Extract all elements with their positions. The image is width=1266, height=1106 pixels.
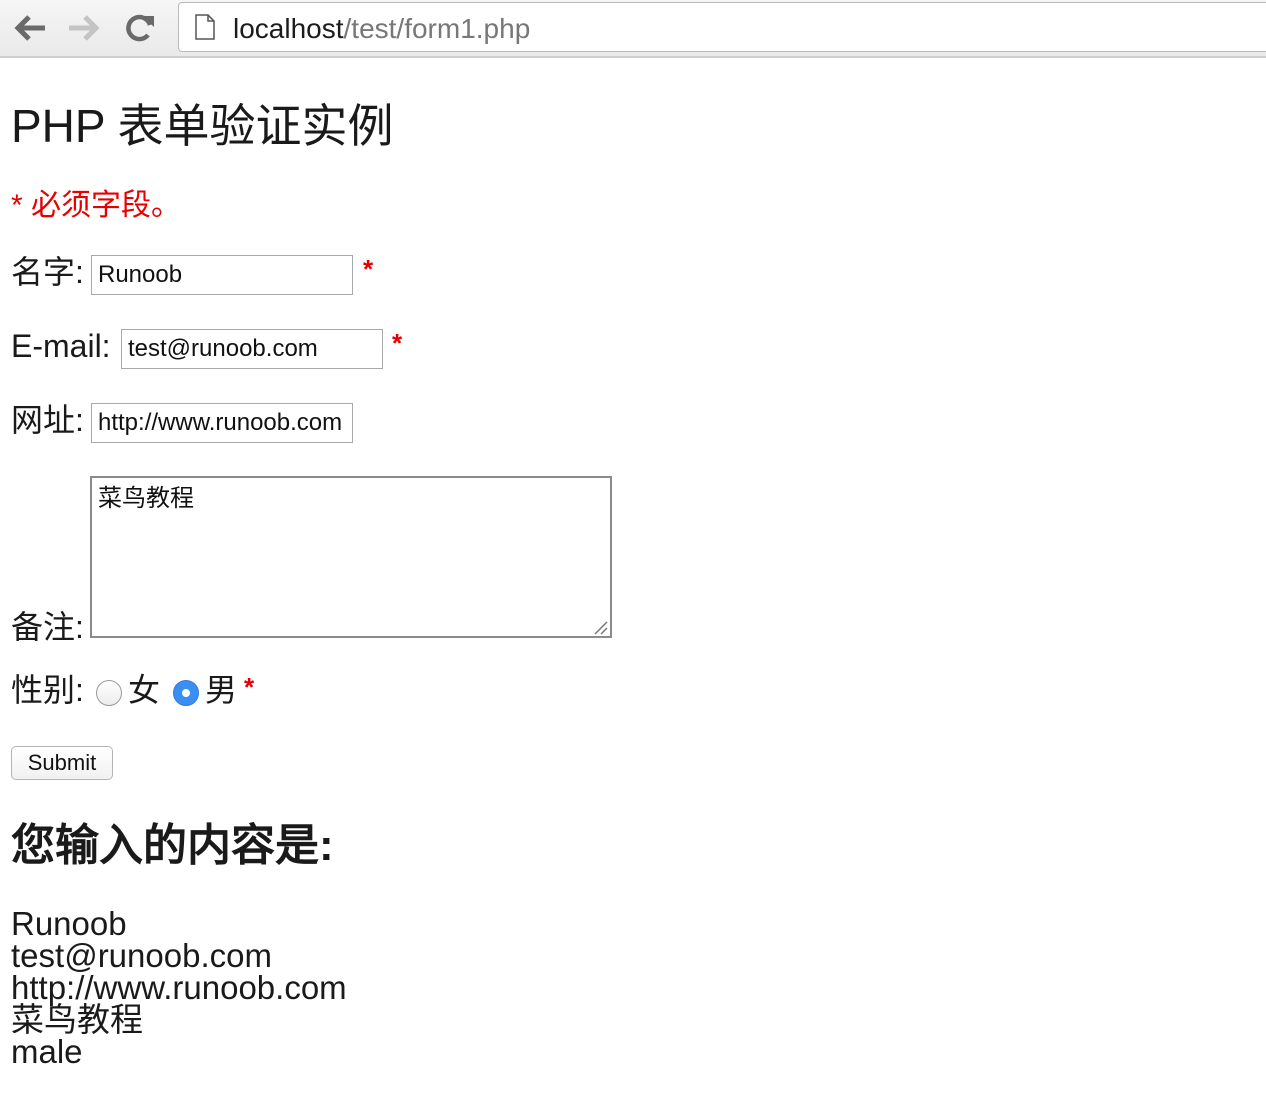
reload-icon bbox=[126, 14, 154, 42]
email-label: E-mail: bbox=[11, 328, 111, 364]
output-comment: 菜鸟教程 bbox=[11, 1001, 143, 1038]
output-name: Runoob bbox=[11, 905, 127, 942]
output-title: 您输入的内容是: bbox=[11, 821, 334, 870]
url-path: /test/form1.php bbox=[343, 13, 531, 44]
resize-grip-icon[interactable] bbox=[592, 619, 608, 635]
browser-toolbar: localhost/test/form1.php bbox=[0, 0, 1266, 58]
gender-label: 性别: bbox=[11, 672, 84, 708]
arrow-left-icon bbox=[14, 15, 45, 41]
output-email: test@runoob.com bbox=[11, 937, 272, 974]
forward-button[interactable] bbox=[66, 12, 102, 44]
comment-label: 备注: bbox=[11, 609, 84, 645]
email-input[interactable] bbox=[121, 329, 383, 369]
website-input[interactable] bbox=[91, 403, 353, 443]
output-list: Runoob test@runoob.com http://www.runoob… bbox=[11, 905, 811, 1070]
output-gender: male bbox=[11, 1033, 83, 1070]
name-label: 名字: bbox=[11, 254, 84, 290]
output-website: http://www.runoob.com bbox=[11, 969, 347, 1006]
page-content: PHP 表单验证实例 * 必须字段。 名字: * E-mail: * 网址: 备… bbox=[0, 60, 1266, 1106]
name-required-mark: * bbox=[363, 254, 374, 284]
back-button[interactable] bbox=[12, 12, 48, 44]
url-host: localhost bbox=[233, 13, 344, 44]
email-required-mark: * bbox=[392, 328, 403, 358]
arrow-right-icon bbox=[69, 15, 100, 41]
reload-button[interactable] bbox=[122, 12, 158, 44]
address-bar[interactable]: localhost/test/form1.php bbox=[178, 2, 1266, 52]
page-icon bbox=[195, 14, 215, 40]
gender-required-mark: * bbox=[244, 672, 255, 702]
gender-female-radio[interactable] bbox=[96, 680, 122, 706]
radio-selected-dot bbox=[182, 689, 190, 697]
gender-male-label: 男 bbox=[205, 672, 238, 708]
url-text: localhost/test/form1.php bbox=[233, 12, 530, 46]
gender-male-radio[interactable] bbox=[173, 680, 199, 706]
name-input[interactable] bbox=[91, 255, 353, 295]
comment-textarea[interactable]: 菜鸟教程 bbox=[90, 476, 612, 638]
page-title: PHP 表单验证实例 bbox=[11, 100, 394, 152]
submit-button[interactable]: Submit bbox=[11, 746, 113, 780]
gender-female-label: 女 bbox=[128, 672, 161, 708]
required-note: * 必须字段。 bbox=[11, 189, 182, 222]
website-label: 网址: bbox=[11, 402, 84, 438]
